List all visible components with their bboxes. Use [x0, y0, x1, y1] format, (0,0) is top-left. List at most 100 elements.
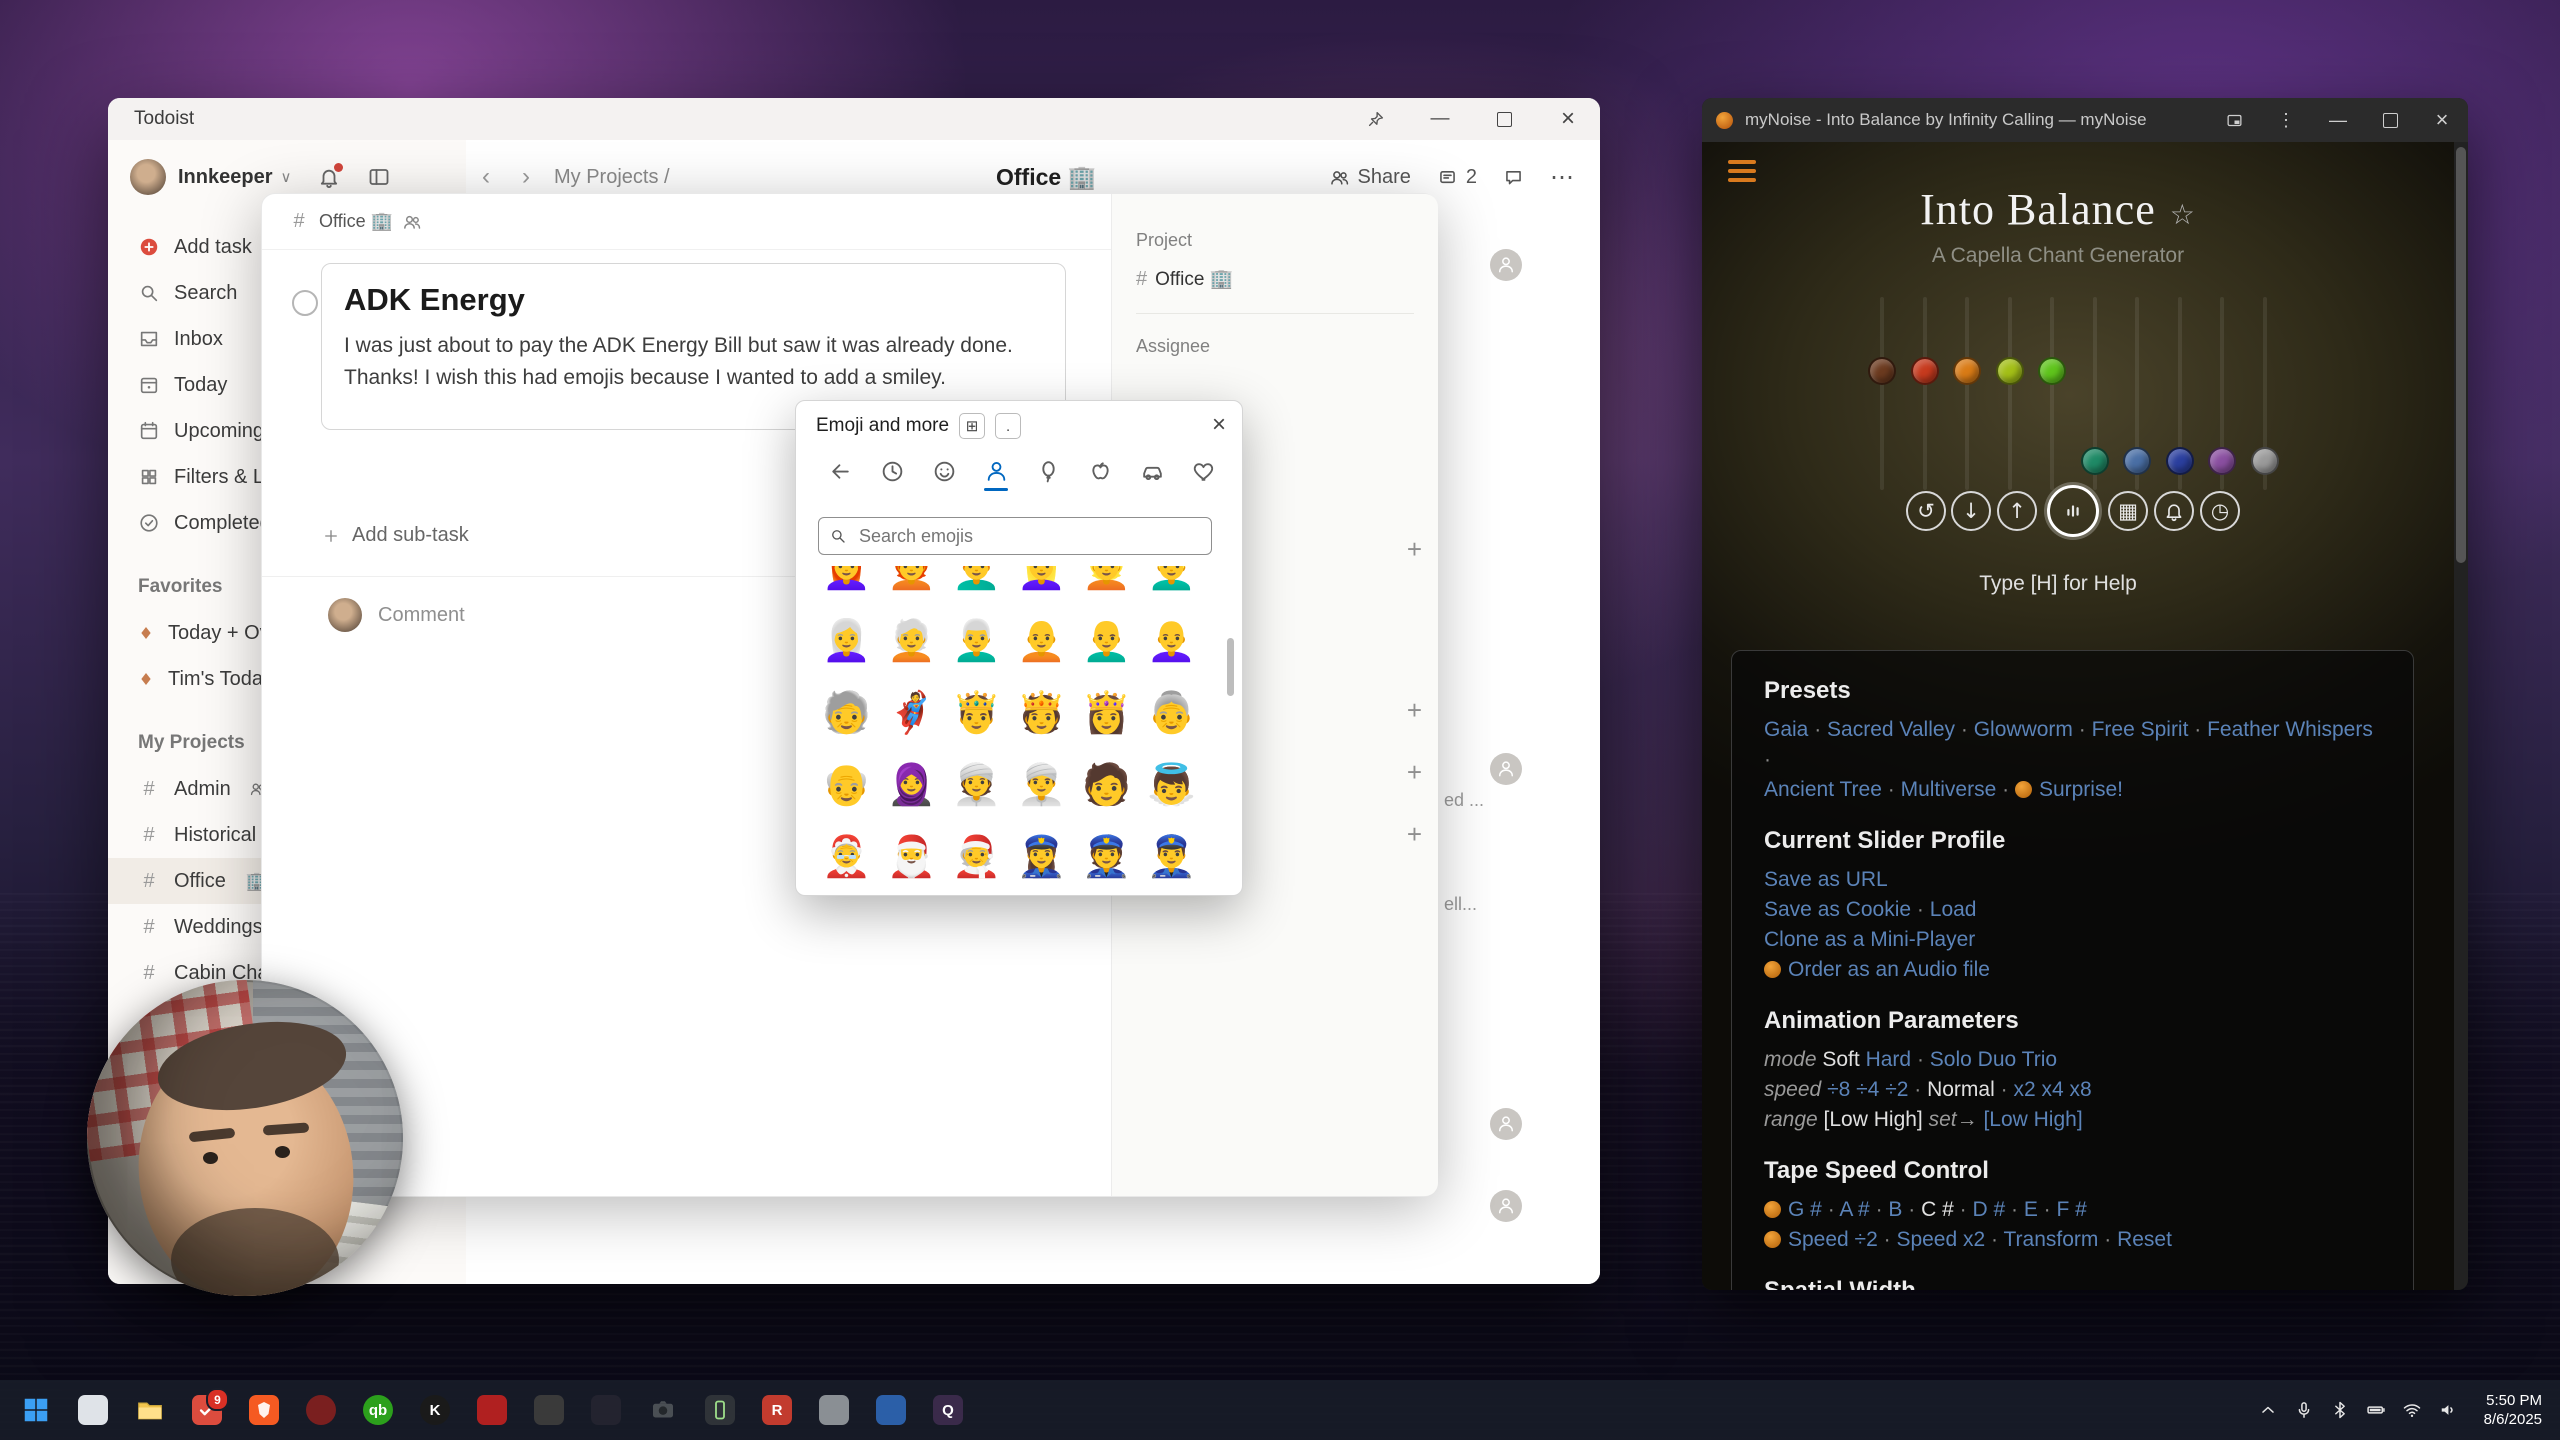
emoji-cell[interactable]: 🧕	[879, 748, 944, 820]
tray-wifi-icon[interactable]	[2402, 1400, 2422, 1420]
emoji-tab-food[interactable]	[1074, 451, 1126, 491]
taskbar-icon-start[interactable]	[14, 1388, 58, 1432]
assignee-avatar[interactable]	[1490, 249, 1522, 281]
taskbar-icon-app-purple[interactable]: Q	[926, 1388, 970, 1432]
emoji-cell[interactable]: 👱‍♀️	[1009, 566, 1074, 604]
taskbar-icon-camera[interactable]	[641, 1388, 685, 1432]
emoji-cell[interactable]: 👸	[1074, 676, 1139, 748]
tray-chevron-up-icon[interactable]	[2258, 1400, 2278, 1420]
emoji-cell[interactable]: 👵	[1139, 676, 1204, 748]
mynoise-link[interactable]: Glowworm	[1974, 718, 2073, 741]
emoji-tab-travel[interactable]	[1126, 451, 1178, 491]
emoji-tab-recent[interactable]	[866, 451, 918, 491]
slider-knob[interactable]	[2166, 447, 2194, 475]
picture-in-picture-button[interactable]	[2208, 98, 2260, 142]
sidebar-toggle-button[interactable]	[367, 165, 391, 189]
emoji-cell[interactable]: 🦸	[879, 676, 944, 748]
mynoise-link[interactable]: Order as an Audio file	[1788, 958, 1990, 981]
scrollbar[interactable]	[2454, 142, 2468, 1290]
taskbar-icon-app-dark-2[interactable]	[584, 1388, 628, 1432]
taskbar-icon-todoist[interactable]: 9	[185, 1388, 229, 1432]
mynoise-link[interactable]: [Low High]	[1983, 1108, 2082, 1131]
mynoise-link[interactable]: F #	[2057, 1198, 2087, 1221]
assignee-avatar[interactable]	[1490, 1108, 1522, 1140]
mynoise-link[interactable]: Solo	[1930, 1048, 1972, 1071]
emoji-cell[interactable]: 🧑‍🎄	[944, 820, 1009, 887]
tray-volume-icon[interactable]	[2438, 1400, 2458, 1420]
taskbar-icon-brave[interactable]	[242, 1388, 286, 1432]
mynoise-link[interactable]: Sacred Valley	[1827, 718, 1955, 741]
slider-knob[interactable]	[1953, 357, 1981, 385]
emoji-tab-people[interactable]	[970, 451, 1022, 491]
more-options-button[interactable]: ⋯	[1550, 163, 1574, 192]
mynoise-link[interactable]: Reset	[2117, 1228, 2172, 1251]
mynoise-link[interactable]: Surprise!	[2039, 778, 2123, 801]
close-button[interactable]: ×	[1536, 98, 1600, 140]
share-button[interactable]: Share	[1329, 166, 1411, 189]
mynoise-link[interactable]: Feather Whispers	[2207, 718, 2373, 741]
assignee-avatar[interactable]	[1490, 1190, 1522, 1222]
emoji-cell[interactable]: 👮‍♂️	[1139, 820, 1204, 887]
task-title-input[interactable]: ADK Energy	[344, 282, 1043, 318]
task-checkbox[interactable]	[292, 290, 318, 316]
emoji-cell[interactable]: 🧑	[1074, 748, 1139, 820]
scrollbar-thumb[interactable]	[2456, 147, 2466, 563]
emoji-cell[interactable]: 🧑‍🦳	[879, 604, 944, 676]
emoji-cell[interactable]: 👨‍🦰	[944, 566, 1009, 604]
add-subtask-button[interactable]: Add sub-task	[322, 524, 469, 547]
tray-bluetooth-icon[interactable]	[2330, 1400, 2350, 1420]
mynoise-link[interactable]: Ancient Tree	[1764, 778, 1882, 801]
forward-button[interactable]: ›	[506, 163, 546, 191]
emoji-tab-back[interactable]	[814, 451, 866, 491]
emoji-cell[interactable]: 👩‍🦰	[814, 566, 879, 604]
mynoise-link[interactable]: Load	[1930, 898, 1977, 921]
emoji-cell[interactable]: 👮	[1074, 820, 1139, 887]
mynoise-link[interactable]: x2	[2013, 1078, 2035, 1101]
mynoise-link[interactable]: ÷8	[1827, 1078, 1850, 1101]
mynoise-titlebar[interactable]: myNoise - Into Balance by Infinity Calli…	[1702, 98, 2468, 142]
slider-knob[interactable]	[2123, 447, 2151, 475]
taskbar-clock[interactable]: 5:50 PM 8/6/2025	[2484, 1391, 2542, 1429]
mynoise-link[interactable]: Duo	[1978, 1048, 2017, 1071]
mynoise-link[interactable]: ÷4	[1856, 1078, 1879, 1101]
add-field-button[interactable]: +	[1407, 757, 1422, 788]
modal-breadcrumb[interactable]: # Office 🏢	[288, 210, 422, 233]
taskbar-icon-file-explorer[interactable]	[128, 1388, 172, 1432]
mynoise-link[interactable]: Gaia	[1764, 718, 1808, 741]
close-button[interactable]: ×	[2416, 98, 2468, 142]
minimize-button[interactable]: —	[2312, 98, 2364, 142]
emoji-cell[interactable]: 👮‍♀️	[1009, 820, 1074, 887]
comments-count-button[interactable]: 2	[1437, 166, 1477, 189]
taskbar-icon-widgets[interactable]	[71, 1388, 115, 1432]
mynoise-meter-button[interactable]: ▦	[2108, 491, 2148, 531]
add-field-button[interactable]: +	[1407, 695, 1422, 726]
emoji-scrollbar[interactable]	[1227, 638, 1234, 696]
mynoise-link[interactable]: E	[2024, 1198, 2038, 1221]
emoji-picker-close-button[interactable]: ×	[1212, 411, 1226, 439]
emoji-cell[interactable]: 👳	[944, 748, 1009, 820]
emoji-cell[interactable]: 🤶	[814, 820, 879, 887]
assignee-avatar[interactable]	[1490, 753, 1522, 785]
webcam-overlay[interactable]	[87, 980, 403, 1296]
mynoise-undo-button[interactable]: ↺	[1906, 491, 1946, 531]
slider-knob[interactable]	[2208, 447, 2236, 475]
emoji-tab-symbols[interactable]	[1178, 451, 1230, 491]
hamburger-menu-button[interactable]	[1728, 160, 1756, 187]
todoist-titlebar[interactable]: Todoist — ×	[108, 98, 1600, 140]
emoji-cell[interactable]: 👩‍🦲	[1139, 604, 1204, 676]
add-field-button[interactable]: +	[1407, 534, 1422, 565]
slider-knob[interactable]	[2251, 447, 2279, 475]
mynoise-link[interactable]: Transform	[2003, 1228, 2098, 1251]
task-description-input[interactable]: I was just about to pay the ADK Energy B…	[344, 330, 1043, 394]
emoji-cell[interactable]: 🧓	[814, 676, 879, 748]
emoji-tab-celebrations[interactable]	[1022, 451, 1074, 491]
menu-kebab-button[interactable]: ⋮	[2260, 98, 2312, 142]
mynoise-link[interactable]: x4	[2041, 1078, 2063, 1101]
maximize-button[interactable]	[2364, 98, 2416, 142]
emoji-cell[interactable]: 🎅	[879, 820, 944, 887]
mynoise-link[interactable]: Speed ÷2	[1788, 1228, 1878, 1251]
slider-knob[interactable]	[2038, 357, 2066, 385]
taskbar-icon-app-gray[interactable]	[812, 1388, 856, 1432]
mynoise-link[interactable]: Save as Cookie	[1764, 898, 1911, 921]
slider-track[interactable]	[2008, 297, 2012, 490]
